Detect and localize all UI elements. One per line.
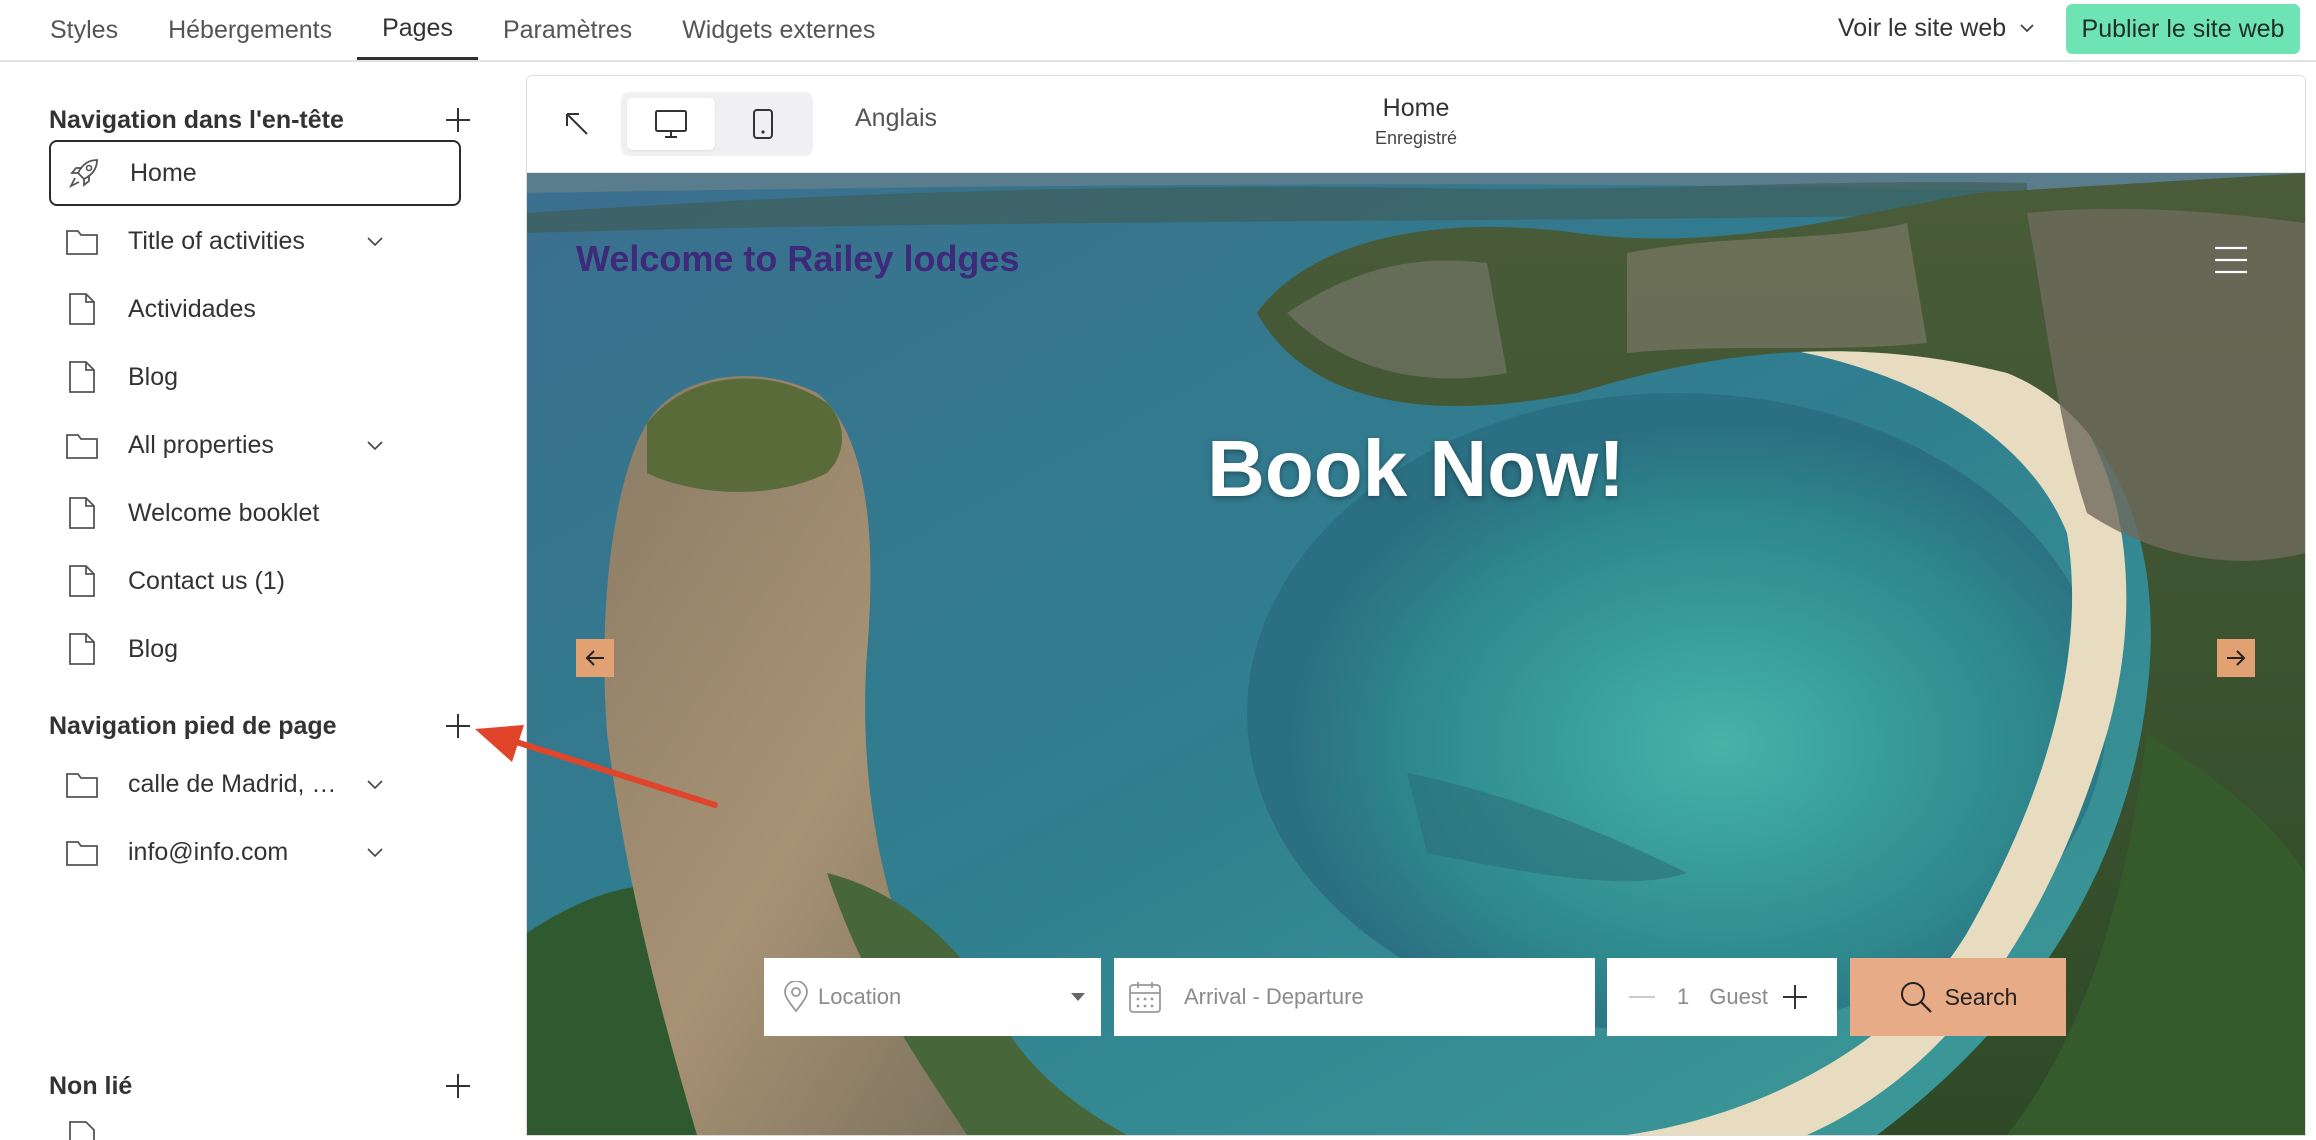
arrow-right-icon: [2227, 650, 2246, 666]
preview-page-title: Home: [1382, 94, 1450, 122]
footer-nav-title: Navigation pied de page: [49, 711, 337, 740]
nav-item-label: Blog: [128, 634, 179, 663]
caret-down-icon: [1071, 993, 1085, 1001]
plus-icon: [446, 108, 470, 132]
nav-item-title-of-activities[interactable]: Title of activities: [49, 208, 461, 274]
footer-nav-section-header: Navigation pied de page: [49, 704, 470, 748]
unlinked-section-header: Non lié: [49, 1064, 470, 1108]
slider-next-button[interactable]: [2217, 639, 2255, 677]
page-icon: [69, 497, 95, 529]
chevron-down-icon: [2020, 24, 2034, 33]
rocket-icon: [68, 159, 98, 189]
tab-widgets-externes[interactable]: Widgets externes: [657, 0, 900, 60]
add-unlinked-page-button[interactable]: [439, 1067, 477, 1105]
dates-placeholder: Arrival - Departure: [1184, 984, 1364, 1009]
nav-item-label: Blog: [128, 362, 179, 391]
booking-search-bar: Location Arrival - Departure 1 Guest Sea…: [764, 958, 2066, 1036]
chevron-down-icon[interactable]: [364, 841, 386, 863]
nav-item-label: Home: [130, 158, 197, 187]
nav-item-info-email[interactable]: info@info.com: [49, 819, 461, 885]
tab-hebergements[interactable]: Hébergements: [143, 0, 357, 60]
hamburger-menu-icon[interactable]: [2213, 245, 2249, 275]
location-placeholder: Location: [818, 984, 902, 1009]
site-title[interactable]: Welcome to Railey lodges: [576, 238, 1019, 280]
chevron-down-icon[interactable]: [364, 434, 386, 456]
page-icon: [69, 565, 95, 597]
tab-pages[interactable]: Pages: [357, 0, 478, 60]
calendar-icon: [1129, 982, 1161, 1013]
folder-icon: [66, 773, 98, 798]
folder-icon: [66, 841, 98, 866]
nav-item-welcome-booklet[interactable]: Welcome booklet: [49, 480, 461, 546]
chevron-down-icon[interactable]: [364, 230, 386, 252]
pages-sidebar: Navigation dans l'en-tête Home Title of …: [0, 62, 505, 1140]
view-site-label: Voir le site web: [1838, 13, 2007, 42]
view-site-dropdown[interactable]: Voir le site web: [1838, 8, 2036, 48]
dates-input[interactable]: Arrival - Departure: [1114, 958, 1595, 1036]
map-pin-icon: [784, 981, 808, 1013]
page-preview: Anglais Home Enregistré Welcome to Raile…: [526, 75, 2306, 1136]
nav-item-label: info@info.com: [128, 837, 289, 866]
nav-item-blog-2[interactable]: Blog: [49, 616, 461, 682]
guest-label: Guest: [1709, 984, 1768, 1009]
save-status: Enregistré: [1374, 128, 1458, 148]
add-header-nav-item-button[interactable]: [439, 101, 477, 139]
minus-icon[interactable]: [1629, 995, 1655, 999]
nav-item-actividades[interactable]: Actividades: [49, 276, 461, 342]
nav-item-label: calle de Madrid, …: [128, 769, 337, 798]
search-button[interactable]: Search: [1850, 958, 2066, 1036]
page-icon: [69, 1121, 95, 1140]
guest-stepper: 1 Guest: [1607, 958, 1837, 1036]
search-icon: [1900, 982, 1932, 1013]
slider-prev-button[interactable]: [576, 639, 614, 677]
header-nav-section-header: Navigation dans l'en-tête: [49, 98, 470, 142]
plus-icon[interactable]: [1782, 984, 1808, 1010]
main-tabs: Styles Hébergements Pages Paramètres Wid…: [25, 0, 900, 60]
nav-item-blog[interactable]: Blog: [49, 344, 461, 410]
hero-heading: Book Now!: [1207, 424, 1625, 513]
nav-item-label: Welcome booklet: [128, 498, 320, 527]
tab-styles[interactable]: Styles: [25, 0, 143, 60]
nav-item-contact-us[interactable]: Contact us (1): [49, 548, 461, 614]
arrow-left-icon: [585, 650, 604, 666]
plus-icon: [446, 1074, 470, 1098]
header-nav-title: Navigation dans l'en-tête: [49, 105, 344, 134]
page-icon: [69, 361, 95, 393]
search-button-label: Search: [1944, 983, 2018, 1010]
tab-parametres[interactable]: Paramètres: [478, 0, 657, 60]
preview-toolbar: Anglais Home Enregistré: [527, 76, 2305, 173]
page-icon: [69, 293, 95, 325]
unlinked-title: Non lié: [49, 1071, 133, 1100]
nav-item-label: All properties: [128, 430, 274, 459]
plus-icon: [446, 714, 470, 738]
nav-item-label: Contact us (1): [128, 566, 286, 595]
top-bar: Styles Hébergements Pages Paramètres Wid…: [0, 0, 2316, 62]
publish-button[interactable]: Publier le site web: [2066, 4, 2300, 54]
folder-icon: [66, 434, 98, 459]
hero-banner: Welcome to Railey lodges Book Now! Locat…: [527, 173, 2305, 1135]
nav-item-all-properties[interactable]: All properties: [49, 412, 461, 478]
nav-item-home[interactable]: Home: [49, 140, 461, 206]
chevron-down-icon[interactable]: [364, 773, 386, 795]
nav-item-calle-de-madrid[interactable]: calle de Madrid, …: [49, 751, 461, 817]
guest-count: 1: [1677, 984, 1690, 1009]
nav-item-label: Actividades: [128, 294, 256, 323]
folder-icon: [66, 230, 98, 255]
page-icon: [69, 633, 95, 665]
location-select[interactable]: Location: [764, 958, 1101, 1036]
add-footer-nav-item-button[interactable]: [439, 707, 477, 745]
nav-item-label: Title of activities: [128, 226, 305, 255]
